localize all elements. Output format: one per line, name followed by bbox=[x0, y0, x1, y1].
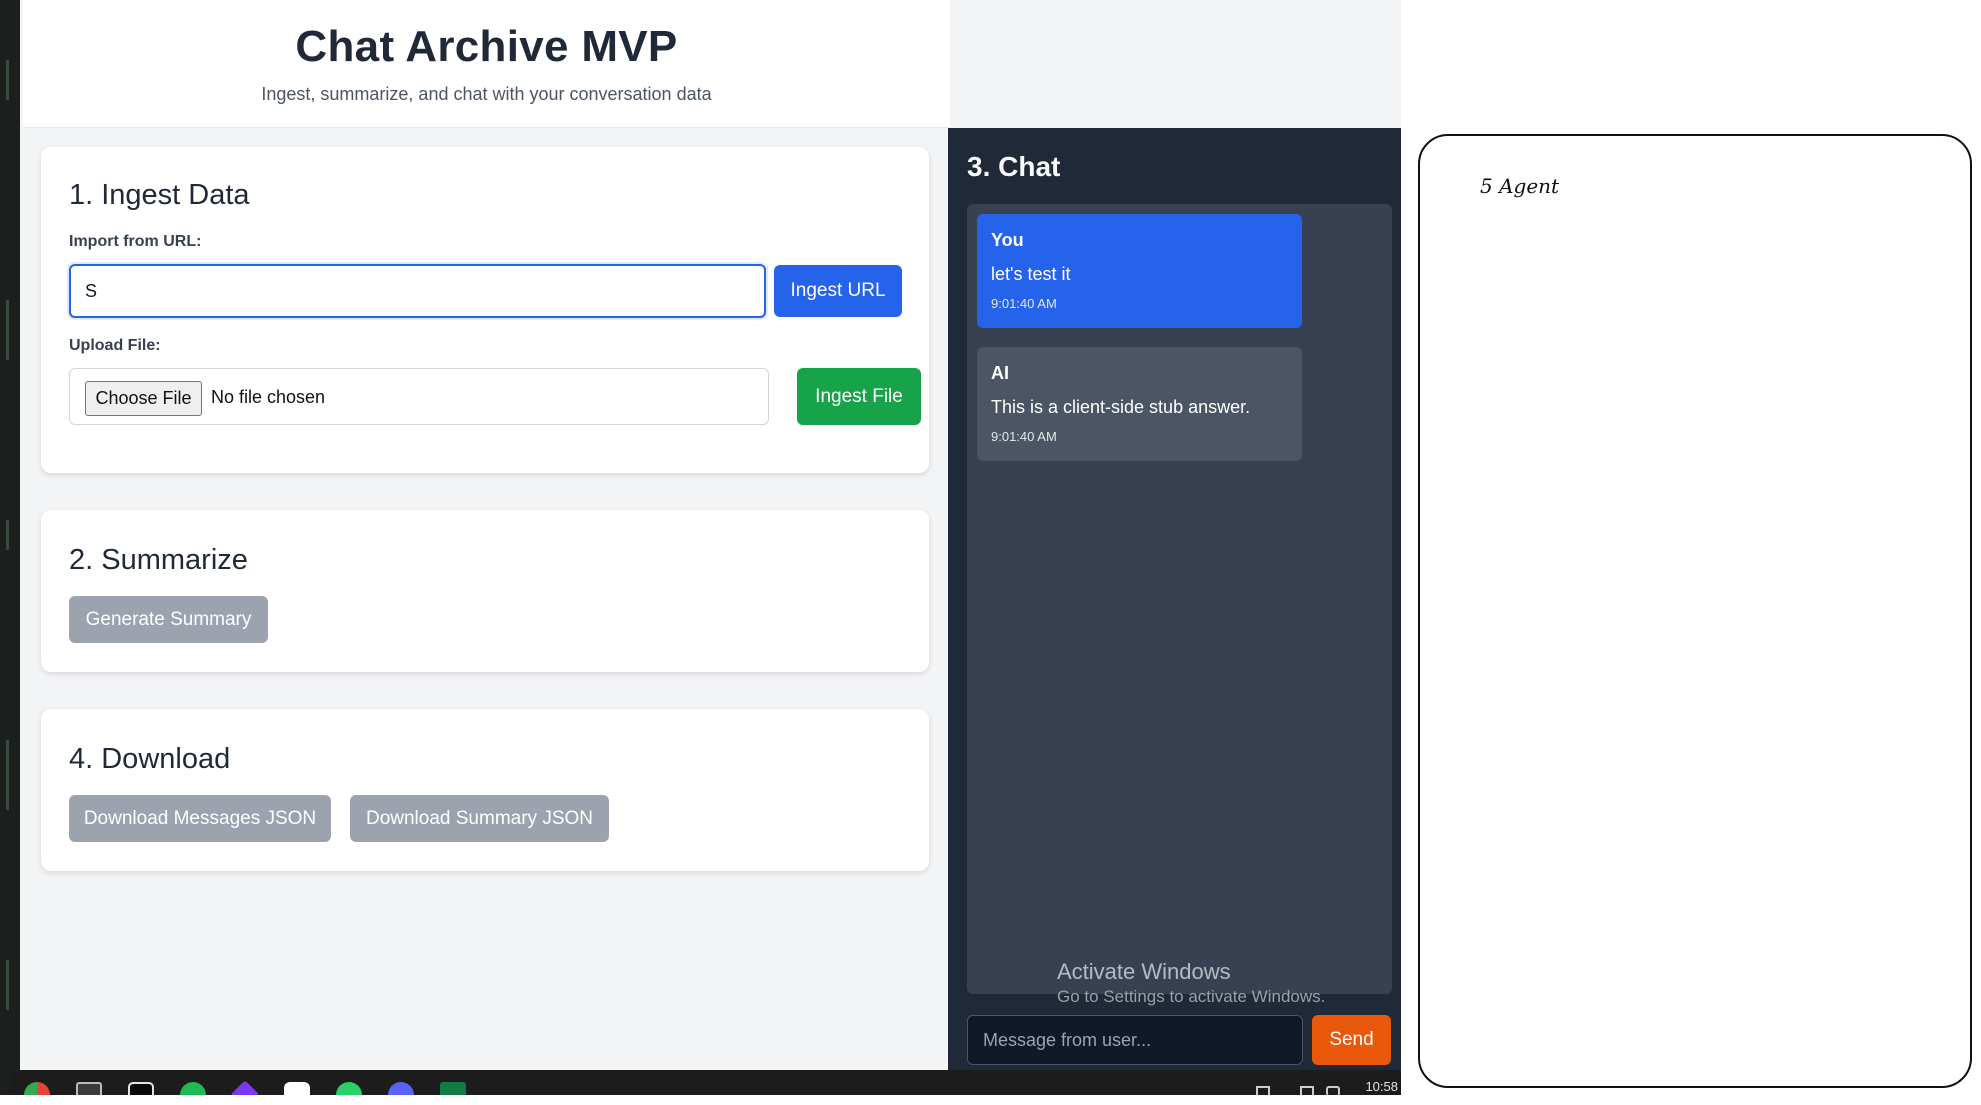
file-input[interactable]: Choose File No file chosen bbox=[69, 368, 769, 425]
generate-summary-button[interactable]: Generate Summary bbox=[69, 596, 268, 643]
message-sender: AI bbox=[991, 363, 1009, 383]
file-label: Upload File: bbox=[69, 337, 161, 354]
screenshot: Chat Archive MVP Ingest, summarize, and … bbox=[0, 0, 1981, 1105]
app-window: Chat Archive MVP Ingest, summarize, and … bbox=[20, 0, 1401, 1070]
message-sender: You bbox=[991, 230, 1024, 250]
file-status: No file chosen bbox=[211, 387, 326, 407]
app-header: Chat Archive MVP Ingest, summarize, and … bbox=[23, 0, 950, 128]
download-heading: 4. Download bbox=[69, 743, 231, 775]
activate-windows-watermark: Activate Windows Go to Settings to activ… bbox=[1057, 959, 1325, 1007]
choose-file-button[interactable]: Choose File bbox=[85, 381, 202, 416]
download-messages-button[interactable]: Download Messages JSON bbox=[69, 795, 331, 842]
agent-card: 5 Agent bbox=[1418, 134, 1972, 1088]
obsidian-icon[interactable] bbox=[230, 1080, 260, 1095]
ingest-heading: 1. Ingest Data bbox=[69, 179, 250, 211]
url-input[interactable] bbox=[69, 264, 766, 318]
tray-display-icon[interactable] bbox=[1300, 1086, 1314, 1095]
ingest-url-button[interactable]: Ingest URL bbox=[774, 265, 902, 317]
summarize-card: 2. Summarize Generate Summary bbox=[41, 510, 929, 672]
chat-messages[interactable]: You let's test it 9:01:40 AM AI This is … bbox=[967, 204, 1392, 1006]
activate-windows-title: Activate Windows bbox=[1057, 959, 1231, 984]
summarize-heading: 2. Summarize bbox=[69, 544, 248, 576]
download-card: 4. Download Download Messages JSON Downl… bbox=[41, 709, 929, 871]
excel-icon[interactable] bbox=[440, 1082, 466, 1095]
message-time: 9:01:40 AM bbox=[991, 429, 1057, 444]
chrome-icon[interactable] bbox=[24, 1082, 50, 1095]
page-subtitle: Ingest, summarize, and chat with your co… bbox=[261, 84, 712, 104]
spotify-icon[interactable] bbox=[180, 1082, 206, 1095]
send-button[interactable]: Send bbox=[1312, 1015, 1391, 1065]
taskbar: 10:58 bbox=[10, 1070, 1401, 1095]
download-summary-button[interactable]: Download Summary JSON bbox=[350, 795, 609, 842]
tray-network-icon[interactable] bbox=[1256, 1086, 1270, 1095]
message-text: let's test it bbox=[991, 264, 1071, 284]
activate-windows-subtitle: Go to Settings to activate Windows. bbox=[1057, 987, 1326, 1006]
url-label: Import from URL: bbox=[69, 233, 202, 250]
tray-volume-icon[interactable] bbox=[1326, 1086, 1340, 1095]
message-text: This is a client-side stub answer. bbox=[991, 397, 1251, 417]
whatsapp-icon[interactable] bbox=[336, 1082, 362, 1095]
ingest-file-button[interactable]: Ingest File bbox=[797, 368, 921, 425]
page-title: Chat Archive MVP bbox=[295, 22, 678, 71]
message-time: 9:01:40 AM bbox=[991, 296, 1057, 311]
discord-icon[interactable] bbox=[388, 1082, 414, 1095]
background-window-edge bbox=[0, 0, 20, 1095]
chat-panel: 3. Chat You let's test it 9:01:40 AM AI … bbox=[948, 128, 1401, 1070]
app-icon[interactable] bbox=[128, 1082, 154, 1095]
message-input[interactable] bbox=[967, 1015, 1303, 1065]
chat-heading: 3. Chat bbox=[967, 151, 1061, 182]
user-message: You let's test it 9:01:40 AM bbox=[977, 214, 1302, 328]
terminal-icon[interactable] bbox=[76, 1082, 102, 1095]
ingest-card: 1. Ingest Data Import from URL: Ingest U… bbox=[41, 147, 929, 473]
ai-message: AI This is a client-side stub answer. 9:… bbox=[977, 347, 1302, 461]
taskbar-clock[interactable]: 10:58 bbox=[1365, 1079, 1398, 1094]
agent-label: 5 Agent bbox=[1480, 174, 1560, 198]
chatgpt-icon[interactable] bbox=[284, 1082, 310, 1095]
